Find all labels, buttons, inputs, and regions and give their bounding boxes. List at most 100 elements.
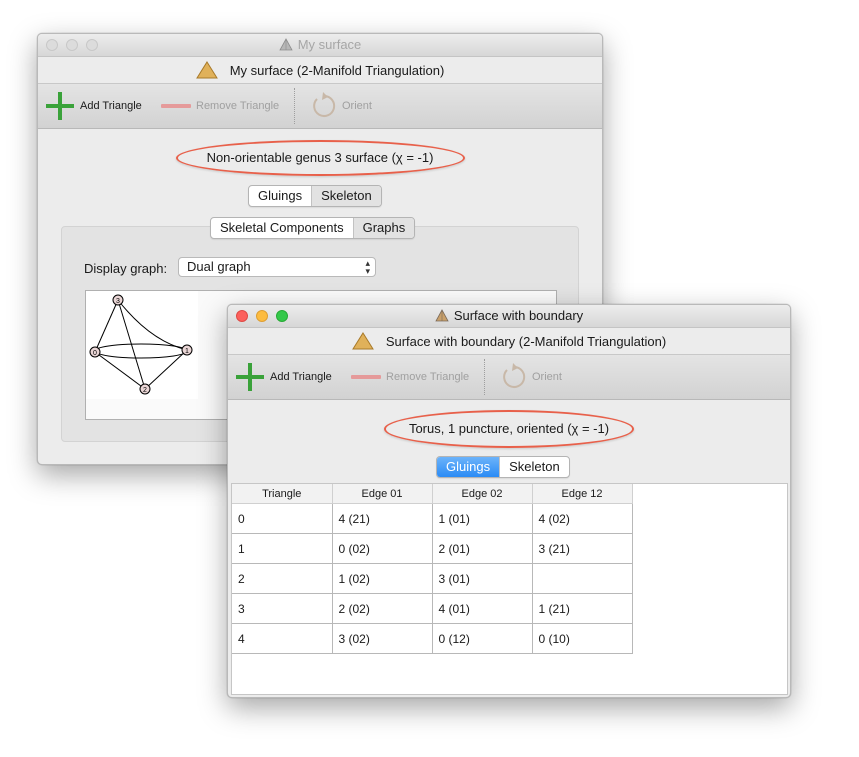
graph-node-label: 1	[185, 348, 189, 355]
table-cell[interactable]: 2 (01)	[432, 533, 533, 564]
table-row[interactable]: 2 1 (02) 3 (01)	[232, 563, 633, 594]
main-tabs: Gluings Skeleton	[248, 185, 382, 207]
subtab-graphs[interactable]: Graphs	[352, 218, 415, 238]
select-arrows-icon: ▴ ▾	[365, 258, 370, 276]
plus-icon	[236, 363, 264, 391]
remove-triangle-label: Remove Triangle	[386, 371, 470, 383]
table-cell[interactable]: 1 (02)	[332, 563, 433, 594]
toolbar-separator	[484, 359, 485, 395]
graph-node-label: 2	[143, 387, 147, 394]
titlebar[interactable]: Surface with boundary	[228, 305, 790, 328]
add-triangle-button[interactable]: Add Triangle	[234, 355, 332, 399]
orient-button[interactable]: Orient	[498, 355, 562, 399]
table-cell[interactable]: 2	[232, 563, 333, 594]
table-cell[interactable]: 3	[232, 593, 333, 624]
document-icon	[279, 38, 293, 51]
table-cell[interactable]: 4	[232, 623, 333, 654]
table-row[interactable]: 3 2 (02) 4 (01) 1 (21)	[232, 593, 633, 624]
highlight-oval	[384, 410, 634, 448]
rotate-icon	[503, 363, 526, 388]
display-graph-label: Display graph:	[84, 261, 168, 276]
graph-node: 3	[112, 294, 124, 306]
remove-triangle-label: Remove Triangle	[196, 100, 280, 112]
plus-icon	[46, 92, 74, 120]
column-header-edge-12[interactable]: Edge 12	[532, 484, 633, 504]
triangle-icon	[195, 61, 218, 79]
triangulation-header: My surface (2-Manifold Triangulation)	[38, 57, 602, 83]
table-cell[interactable]: 0 (10)	[532, 623, 633, 654]
rotate-icon	[313, 92, 336, 117]
remove-triangle-button[interactable]: Remove Triangle	[350, 355, 469, 399]
table-cell[interactable]: 4 (01)	[432, 593, 533, 624]
tab-gluings[interactable]: Gluings	[437, 457, 500, 477]
gluings-table: Triangle Edge 01 Edge 02 Edge 12 0 4 (21…	[232, 484, 633, 654]
tab-skeleton[interactable]: Skeleton	[499, 457, 569, 477]
header-title: Surface with boundary (2-Manifold Triang…	[385, 333, 667, 349]
graph-node-label: 3	[116, 298, 120, 305]
skeleton-subtabs: Skeletal Components Graphs	[210, 217, 416, 239]
display-graph-value: Dual graph	[187, 259, 251, 274]
triangle-icon	[351, 332, 374, 350]
gluings-table-container: Triangle Edge 01 Edge 02 Edge 12 0 4 (21…	[231, 483, 788, 695]
zoom-button[interactable]	[276, 310, 288, 322]
tab-skeleton[interactable]: Skeleton	[311, 186, 381, 206]
table-cell[interactable]: 2 (02)	[332, 593, 433, 624]
table-row[interactable]: 4 3 (02) 0 (12) 0 (10)	[232, 623, 633, 654]
table-cell[interactable]: 0 (02)	[332, 533, 433, 564]
zoom-button[interactable]	[86, 39, 98, 51]
window-title-text: Surface with boundary	[453, 308, 584, 323]
table-row[interactable]: 0 4 (21) 1 (01) 4 (02)	[232, 503, 633, 534]
window-title-text: My surface	[297, 37, 362, 52]
document-icon	[435, 309, 449, 322]
table-cell[interactable]: 3 (02)	[332, 623, 433, 654]
display-graph-select[interactable]: Dual graph ▴ ▾	[178, 257, 376, 277]
table-cell[interactable]: 0 (12)	[432, 623, 533, 654]
main-tabs: Gluings Skeleton	[436, 456, 570, 478]
table-cell[interactable]: 1 (21)	[532, 593, 633, 624]
close-button[interactable]	[236, 310, 248, 322]
titlebar[interactable]: My surface	[38, 34, 602, 57]
window-title: My surface	[279, 34, 362, 56]
window-surface-with-boundary: Surface with boundary Surface with bound…	[227, 304, 791, 698]
add-triangle-label: Add Triangle	[270, 371, 332, 383]
orient-label: Orient	[532, 371, 562, 383]
toolbar: Add Triangle Remove Triangle Orient	[228, 354, 790, 400]
minus-icon	[161, 104, 191, 108]
table-cell[interactable]: 3 (01)	[432, 563, 533, 594]
table-cell[interactable]: 1	[232, 533, 333, 564]
triangulation-header: Surface with boundary (2-Manifold Triang…	[228, 328, 790, 354]
table-header-row: Triangle Edge 01 Edge 02 Edge 12	[232, 484, 633, 504]
table-cell[interactable]: 4 (21)	[332, 503, 433, 534]
minus-icon	[351, 375, 381, 379]
minimize-button[interactable]	[256, 310, 268, 322]
graph-canvas: 3 0 1 2	[86, 291, 198, 399]
table-cell[interactable]: 3 (21)	[532, 533, 633, 564]
tab-gluings[interactable]: Gluings	[249, 186, 311, 206]
close-button[interactable]	[46, 39, 58, 51]
graph-node: 1	[181, 344, 193, 356]
toolbar: Add Triangle Remove Triangle Orient	[38, 83, 602, 129]
minimize-button[interactable]	[66, 39, 78, 51]
window-title: Surface with boundary	[435, 305, 583, 327]
table-cell[interactable]: 4 (02)	[532, 503, 633, 534]
orient-label: Orient	[342, 100, 372, 112]
orient-button[interactable]: Orient	[308, 84, 372, 128]
graph-node: 2	[139, 383, 151, 395]
table-row[interactable]: 1 0 (02) 2 (01) 3 (21)	[232, 533, 633, 564]
subtab-skeletal-components[interactable]: Skeletal Components	[211, 218, 353, 238]
add-triangle-button[interactable]: Add Triangle	[44, 84, 142, 128]
table-cell[interactable]: 0	[232, 503, 333, 534]
add-triangle-label: Add Triangle	[80, 100, 142, 112]
window-controls	[46, 39, 98, 51]
remove-triangle-button[interactable]: Remove Triangle	[160, 84, 279, 128]
column-header-edge-01[interactable]: Edge 01	[332, 484, 433, 504]
table-cell[interactable]: 1 (01)	[432, 503, 533, 534]
graph-node-label: 0	[93, 350, 97, 357]
window-controls	[236, 310, 288, 322]
column-header-edge-02[interactable]: Edge 02	[432, 484, 533, 504]
highlight-oval	[176, 140, 465, 176]
column-header-triangle[interactable]: Triangle	[232, 484, 333, 504]
toolbar-separator	[294, 88, 295, 124]
table-cell[interactable]	[532, 563, 633, 594]
header-title: My surface (2-Manifold Triangulation)	[229, 62, 445, 78]
